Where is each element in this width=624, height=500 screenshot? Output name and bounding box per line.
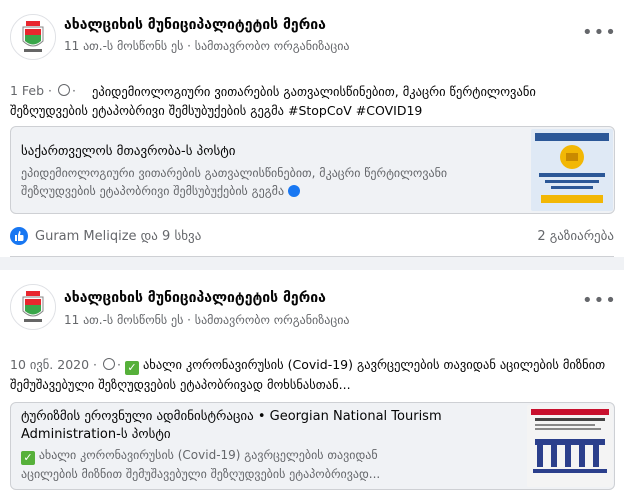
page-meta: 11 ათ.-ს მოსწონს ეს · სამთავრობო ორგანიზ… — [64, 313, 350, 327]
post-date[interactable]: 10 ივნ. 2020 · · — [10, 357, 121, 372]
shared-post-body: ეპიდემიოლოგიური ვითარების გათვალისწინები… — [21, 164, 501, 200]
shared-post-title-line: Administration-ს პოსტი — [21, 427, 171, 442]
green-check-icon: ✓ — [21, 451, 35, 465]
tourism-infographic-thumbnail-icon — [527, 405, 613, 487]
post-card: ახალციხის მუნიციპალიტეტის მერია 11 ათ.-ს… — [0, 0, 624, 257]
globe-icon — [102, 358, 115, 370]
shared-post-thumbnail[interactable] — [531, 129, 613, 211]
page-name[interactable]: ახალციხის მუნიციპალიტეტის მერია — [64, 17, 326, 33]
post-text-block: 10 ივნ. 2020 · · ✓ ახალი კორონავირუსის (… — [10, 355, 610, 394]
blue-circle-icon — [288, 185, 301, 197]
shared-post-title[interactable]: საქართველოს მთავრობა-ს პოსტი — [21, 143, 236, 161]
page-name[interactable]: ახალციხის მუნიციპალიტეტის მერია — [64, 290, 326, 306]
more-options-icon[interactable]: ••• — [582, 292, 616, 314]
page-avatar[interactable] — [10, 284, 56, 330]
shared-post-title[interactable]: ტურიზმის ეროვნული ადმინისტრაცია • Georgi… — [21, 408, 442, 444]
municipality-crest-icon — [11, 285, 55, 329]
municipality-crest-icon — [11, 15, 55, 59]
covid-plan-thumbnail-icon — [531, 129, 613, 211]
divider — [10, 256, 614, 257]
more-options-icon[interactable]: ••• — [582, 24, 616, 46]
reactions-text[interactable]: Guram Meliqize და 9 სხვა — [35, 229, 201, 244]
shared-post-preview[interactable]: ტურიზმის ეროვნული ადმინისტრაცია • Georgi… — [10, 402, 615, 490]
post-text: ეპიდემიოლოგიური ვითარების გათვალისწინები… — [10, 84, 536, 118]
post-card: ახალციხის მუნიციპალიტეტის მერია 11 ათ.-ს… — [0, 270, 624, 500]
post-date-text: 10 ივნ. 2020 · — [10, 357, 97, 372]
shared-post-body-line: ახალი კორონავირუსის (Covid-19) გავრცელებ… — [38, 448, 378, 462]
shared-post-body-text: ეპიდემიოლოგიური ვითარების გათვალისწინები… — [21, 166, 448, 198]
shared-post-preview[interactable]: საქართველოს მთავრობა-ს პოსტი ეპიდემიოლოგ… — [10, 126, 615, 214]
green-check-icon: ✓ — [124, 361, 139, 375]
shared-post-body-line: აცილების მიზნით შემუშავებული შეზღუდვების… — [21, 467, 381, 481]
shares-count[interactable]: 2 გაზიარება — [537, 229, 614, 244]
page-meta: 11 ათ.-ს მოსწონს ეს · სამთავრობო ორგანიზ… — [64, 39, 350, 53]
page-avatar[interactable] — [10, 14, 56, 60]
shared-post-body: ✓ ახალი კორონავირუსის (Covid-19) გავრცელ… — [21, 446, 380, 483]
shared-post-thumbnail[interactable] — [527, 405, 613, 487]
shared-post-title-line: ტურიზმის ეროვნული ადმინისტრაცია • Georgi… — [21, 409, 442, 424]
like-reaction-icon[interactable] — [10, 227, 28, 245]
